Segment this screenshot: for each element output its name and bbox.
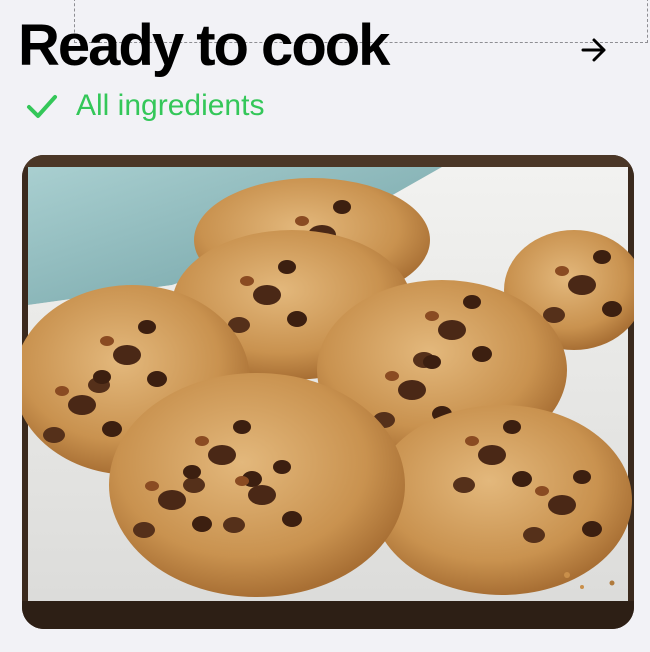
arrow-right-icon	[581, 38, 606, 62]
status-label: All ingredients	[76, 89, 265, 122]
checkmark-icon	[26, 90, 58, 122]
page-title: Ready to cook	[18, 13, 390, 78]
recipe-photo	[22, 155, 634, 629]
next-button[interactable]	[578, 34, 610, 66]
ingredients-status: All ingredients	[26, 86, 264, 126]
